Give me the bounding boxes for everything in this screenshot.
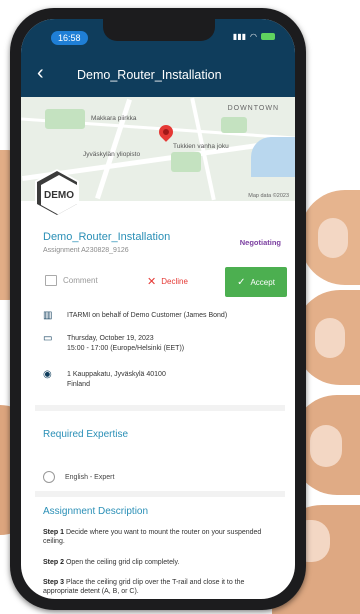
assignment-number: Assignment A230828_9126 (43, 247, 129, 254)
date-row: ▭ Thursday, October 19, 2023 15:00 - 17:… (43, 334, 184, 354)
accept-button[interactable]: ✓ Accept (225, 267, 287, 297)
address-row: ◉ 1 Kauppakatu, Jyväskylä 40100 Finland (43, 370, 166, 390)
assignment-description-title: Assignment Description (43, 506, 149, 517)
status-icons: ▮▮▮ ◠ (233, 32, 275, 41)
signal-icon: ▮▮▮ (232, 32, 247, 41)
action-bar: Comment ✕ Decline ✓ Accept (21, 267, 295, 299)
org-text: ITARMI on behalf of Demo Customer (James… (67, 312, 228, 319)
building-icon: ▥ (43, 310, 53, 321)
location-icon: ◉ (43, 369, 52, 380)
fingernail (310, 425, 342, 467)
map-label: Makkara piirkka (91, 115, 137, 122)
step-item: Step 1 Decide where you want to mount th… (43, 529, 262, 545)
app-bar-title: Demo_Router_Installation (77, 68, 222, 82)
app-bar: ‹ Demo_Router_Installation (21, 53, 295, 97)
address-line1: 1 Kauppakatu, Jyväskylä 40100 (67, 371, 166, 378)
wifi-icon: ◠ (250, 32, 257, 41)
map-credit: Map data ©2023 (248, 193, 289, 199)
expertise-row: English - Expert (43, 471, 114, 483)
divider (35, 405, 285, 411)
phone-screen: 16:58 ▮▮▮ ◠ ‹ Demo_Router_Installation D… (21, 19, 295, 599)
comment-icon (45, 275, 57, 286)
map-label: Jyväskylän yliopisto (83, 151, 141, 158)
assignment-title: Demo_Router_Installation (43, 231, 171, 243)
fingernail (315, 318, 345, 358)
step-item: Step 2 Open the ceiling grid clip comple… (43, 559, 180, 566)
battery-icon (261, 33, 275, 40)
check-icon: ✓ (237, 276, 246, 288)
map-label: Tukkien vanha joku (173, 143, 229, 150)
globe-icon (43, 471, 55, 483)
address-line2: Finland (67, 381, 90, 388)
status-badge: Negotiating (239, 238, 281, 247)
phone-frame: 16:58 ▮▮▮ ◠ ‹ Demo_Router_Installation D… (10, 8, 306, 610)
map-pin-icon[interactable] (156, 122, 176, 142)
status-time: 16:58 (51, 31, 88, 45)
fingernail (318, 218, 348, 258)
step-item: Step 3 Place the ceiling grid clip over … (43, 579, 245, 595)
notch (103, 19, 215, 41)
org-row: ▥ ITARMI on behalf of Demo Customer (Jam… (43, 311, 227, 321)
required-expertise-title: Required Expertise (43, 429, 129, 440)
map-label-downtown: DOWNTOWN (227, 105, 279, 112)
expertise-item: English - Expert (65, 473, 115, 481)
divider (35, 491, 285, 497)
close-icon: ✕ (147, 276, 157, 288)
date-line2: 15:00 - 17:00 (Europe/Helsinki (EET)) (67, 345, 185, 352)
comment-button[interactable]: Comment (45, 275, 98, 286)
calendar-icon: ▭ (43, 333, 53, 344)
chevron-left-icon[interactable]: ‹ (37, 63, 44, 83)
decline-button[interactable]: ✕ Decline (147, 275, 188, 288)
date-line1: Thursday, October 19, 2023 (67, 335, 154, 342)
